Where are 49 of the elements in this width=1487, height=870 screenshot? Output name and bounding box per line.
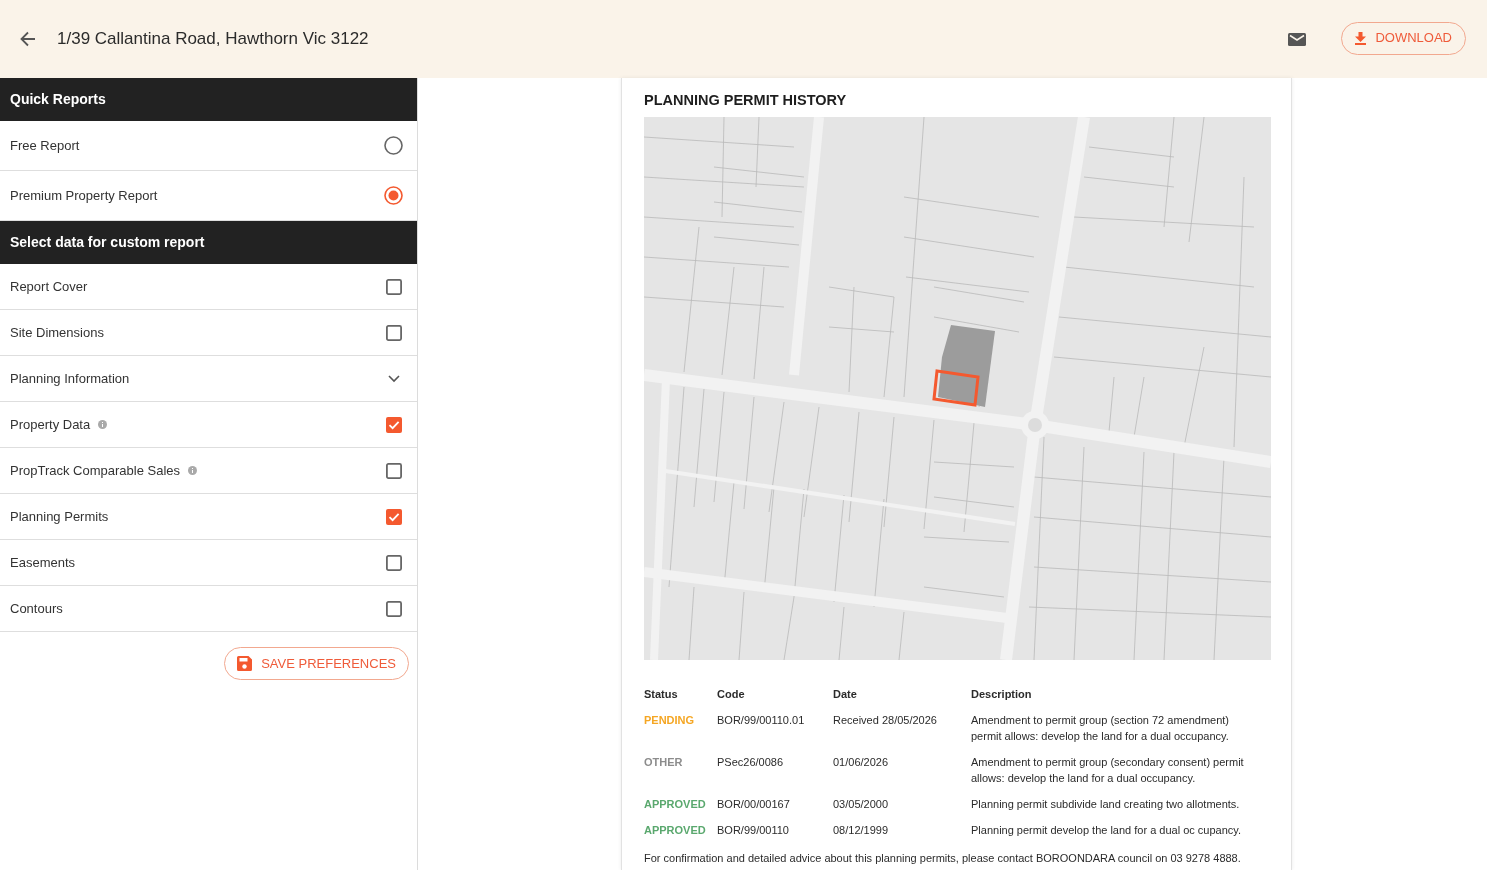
option-label: PropTrack Comparable Sales [10, 461, 181, 480]
table-cell-text: 01/06/2026 [833, 755, 890, 770]
chevron-down-icon[interactable] [387, 374, 400, 383]
table-cell-text: Amendment to permit group (secondary consent) permit allows: develop the land for a dual occupancy. [971, 755, 1245, 786]
option-label: Report Cover [10, 277, 88, 296]
table-cell-text: 03/05/2000 [833, 797, 890, 812]
table-cell-text: 08/12/1999 [833, 823, 890, 838]
status-label: APPROVED [644, 797, 707, 812]
checkbox[interactable] [385, 278, 402, 295]
table-cell-text: Amendment to permit group (section 72 amendment) permit allows: develop the land for a dual occupancy. [971, 713, 1231, 744]
table-cell-text: BOR/99/00110.01 [717, 713, 806, 728]
option-label: Free Report [10, 136, 80, 155]
contact-note: For confirmation and detailed advice about this planning permits, please contact BOROONDARA council on 03 9278 4888. [644, 851, 1242, 866]
mail-icon[interactable] [1288, 32, 1307, 46]
status-label: OTHER [644, 755, 684, 770]
checkbox[interactable] [385, 554, 402, 571]
column-header: Description [971, 687, 1033, 702]
table-cell-text: BOR/99/00110 [717, 823, 790, 838]
checkbox[interactable] [385, 416, 402, 433]
checkbox[interactable] [385, 324, 402, 341]
table-cell-text: Received 28/05/2026 [833, 713, 938, 728]
table-cell-text: BOR/00/00167 [717, 797, 791, 812]
option-label: Planning Permits [10, 507, 109, 526]
column-header: Date [833, 687, 858, 702]
save-icon [237, 656, 253, 671]
status-label: APPROVED [644, 823, 707, 838]
column-header: Status [644, 687, 679, 702]
download-icon [1355, 31, 1367, 45]
back-arrow-icon[interactable] [20, 31, 36, 47]
option-label: Premium Property Report [10, 186, 158, 205]
table-cell-text: Planning permit subdivide land creating two allotments. [971, 797, 1241, 812]
option-label: Easements [10, 553, 76, 572]
option-label: Property Data [10, 415, 91, 434]
checkbox[interactable] [385, 462, 402, 479]
section-header: Quick Reports [0, 78, 417, 121]
checkbox[interactable] [385, 600, 402, 617]
table-cell-text: Planning permit develop the land for a dual oc cupancy. [971, 823, 1243, 838]
checkbox[interactable] [385, 508, 402, 525]
radio-button[interactable] [384, 136, 403, 155]
radio-button[interactable] [384, 186, 403, 205]
table-cell-text: PSec26/0086 [717, 755, 785, 770]
section-title: PLANNING PERMIT HISTORY [644, 92, 848, 108]
section-header: Select data for custom report [0, 221, 417, 264]
option-label: Planning Information [10, 369, 130, 388]
property-address: 1/39 Callantina Road, Hawthorn Vic 3122 [57, 28, 369, 51]
option-label: Site Dimensions [10, 323, 104, 342]
option-label: Contours [10, 599, 63, 618]
status-label: PENDING [644, 713, 696, 728]
column-header: Code [717, 687, 746, 702]
